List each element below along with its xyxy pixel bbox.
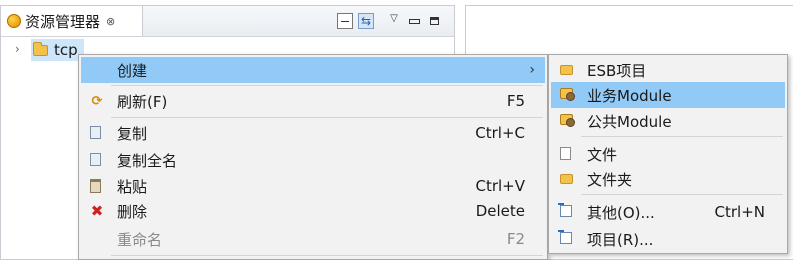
menu-item-label: 业务Module: [587, 86, 672, 105]
collapse-all-icon[interactable]: [337, 13, 353, 29]
menu-separator: [111, 117, 543, 118]
menu-separator: [111, 85, 543, 86]
submenu-item-file[interactable]: 文件: [551, 141, 785, 167]
other-icon: [558, 203, 572, 217]
submenu-item-common-module[interactable]: 公共Module: [551, 108, 785, 134]
menu-item-label: ESB项目: [587, 61, 647, 80]
menu-item-accel: Ctrl+V: [475, 177, 525, 195]
close-icon[interactable]: ⊗: [106, 15, 115, 28]
menu-item-label: 复制: [117, 124, 148, 143]
menu-item-copy[interactable]: 复制 Ctrl+C: [81, 120, 545, 146]
project-icon: [558, 230, 572, 244]
menu-item-create[interactable]: 创建 ›: [81, 57, 545, 83]
business-module-icon: [560, 88, 575, 101]
menu-item-label: 文件夹: [587, 170, 633, 189]
submenu-item-business-module[interactable]: 业务Module: [551, 82, 785, 108]
delete-icon: ✖: [90, 202, 104, 220]
explorer-header: 资源管理器 ⊗ ⇆ ▽: [1, 6, 454, 37]
menu-item-label: 粘贴: [117, 177, 148, 196]
menu-item-label: 刷新(F): [117, 92, 168, 111]
submenu-item-other[interactable]: 其他(O)... Ctrl+N: [551, 199, 785, 225]
common-module-icon: [560, 114, 575, 127]
menu-separator: [111, 255, 543, 256]
menu-item-paste[interactable]: 粘贴 Ctrl+V: [81, 173, 545, 199]
link-with-editor-icon[interactable]: ⇆: [358, 13, 374, 29]
submenu-arrow-icon: ›: [529, 62, 535, 78]
menu-item-label: 其他(O)...: [587, 203, 655, 222]
menu-item-label: 重命名: [117, 230, 163, 249]
chevron-right-icon[interactable]: ›: [15, 42, 20, 56]
menu-item-accel: Ctrl+N: [714, 203, 765, 221]
project-folder-icon: [33, 41, 48, 56]
minimize-icon[interactable]: [406, 13, 422, 29]
menu-item-label: 公共Module: [587, 112, 672, 131]
refresh-icon: ⟳: [91, 93, 103, 109]
menu-item-label: 项目(R)...: [587, 230, 654, 249]
menu-item-accel: Ctrl+C: [475, 124, 525, 142]
menu-item-refresh[interactable]: ⟳ 刷新(F) F5: [81, 88, 545, 114]
context-menu: 创建 › ⟳ 刷新(F) F5 复制 Ctrl+C 复制全名 粘贴 Ctrl+V…: [78, 54, 548, 260]
menu-separator: [581, 194, 783, 195]
menu-item-copy-fullname[interactable]: 复制全名: [81, 147, 545, 173]
menu-item-label: 文件: [587, 145, 618, 164]
submenu-item-folder[interactable]: 文件夹: [551, 166, 785, 192]
copy-icon: [90, 126, 101, 139]
folder-icon: [560, 174, 573, 184]
explorer-tab-title: 资源管理器: [25, 12, 101, 31]
menu-item-accel: F5: [506, 92, 525, 110]
menu-separator: [581, 136, 783, 137]
menu-item-label: 复制全名: [117, 151, 178, 170]
file-icon: [560, 147, 571, 160]
menu-item-rename: 重命名 F2: [81, 226, 545, 252]
menu-item-delete[interactable]: ✖ 删除 Delete: [81, 198, 545, 224]
create-submenu: ESB项目 业务Module 公共Module 文件 文件夹 其他(O)... …: [548, 54, 788, 254]
menu-item-label: 创建: [117, 61, 148, 80]
submenu-item-esb-project[interactable]: ESB项目: [551, 57, 785, 83]
menu-item-label: 删除: [117, 202, 148, 221]
menu-item-accel: Delete: [475, 202, 525, 220]
paste-icon: [90, 179, 101, 193]
view-menu-icon[interactable]: ▽: [386, 10, 402, 26]
explorer-tab[interactable]: 资源管理器 ⊗: [1, 6, 143, 36]
maximize-icon[interactable]: [426, 13, 442, 29]
explorer-icon: [7, 14, 21, 28]
tree-item-label: tcp: [54, 41, 78, 59]
tree-item-tcp[interactable]: tcp: [31, 39, 84, 61]
menu-item-accel: F2: [506, 230, 525, 248]
submenu-item-project[interactable]: 项目(R)...: [551, 226, 785, 252]
esb-project-icon: [560, 65, 573, 75]
copy-fullname-icon: [90, 153, 101, 166]
